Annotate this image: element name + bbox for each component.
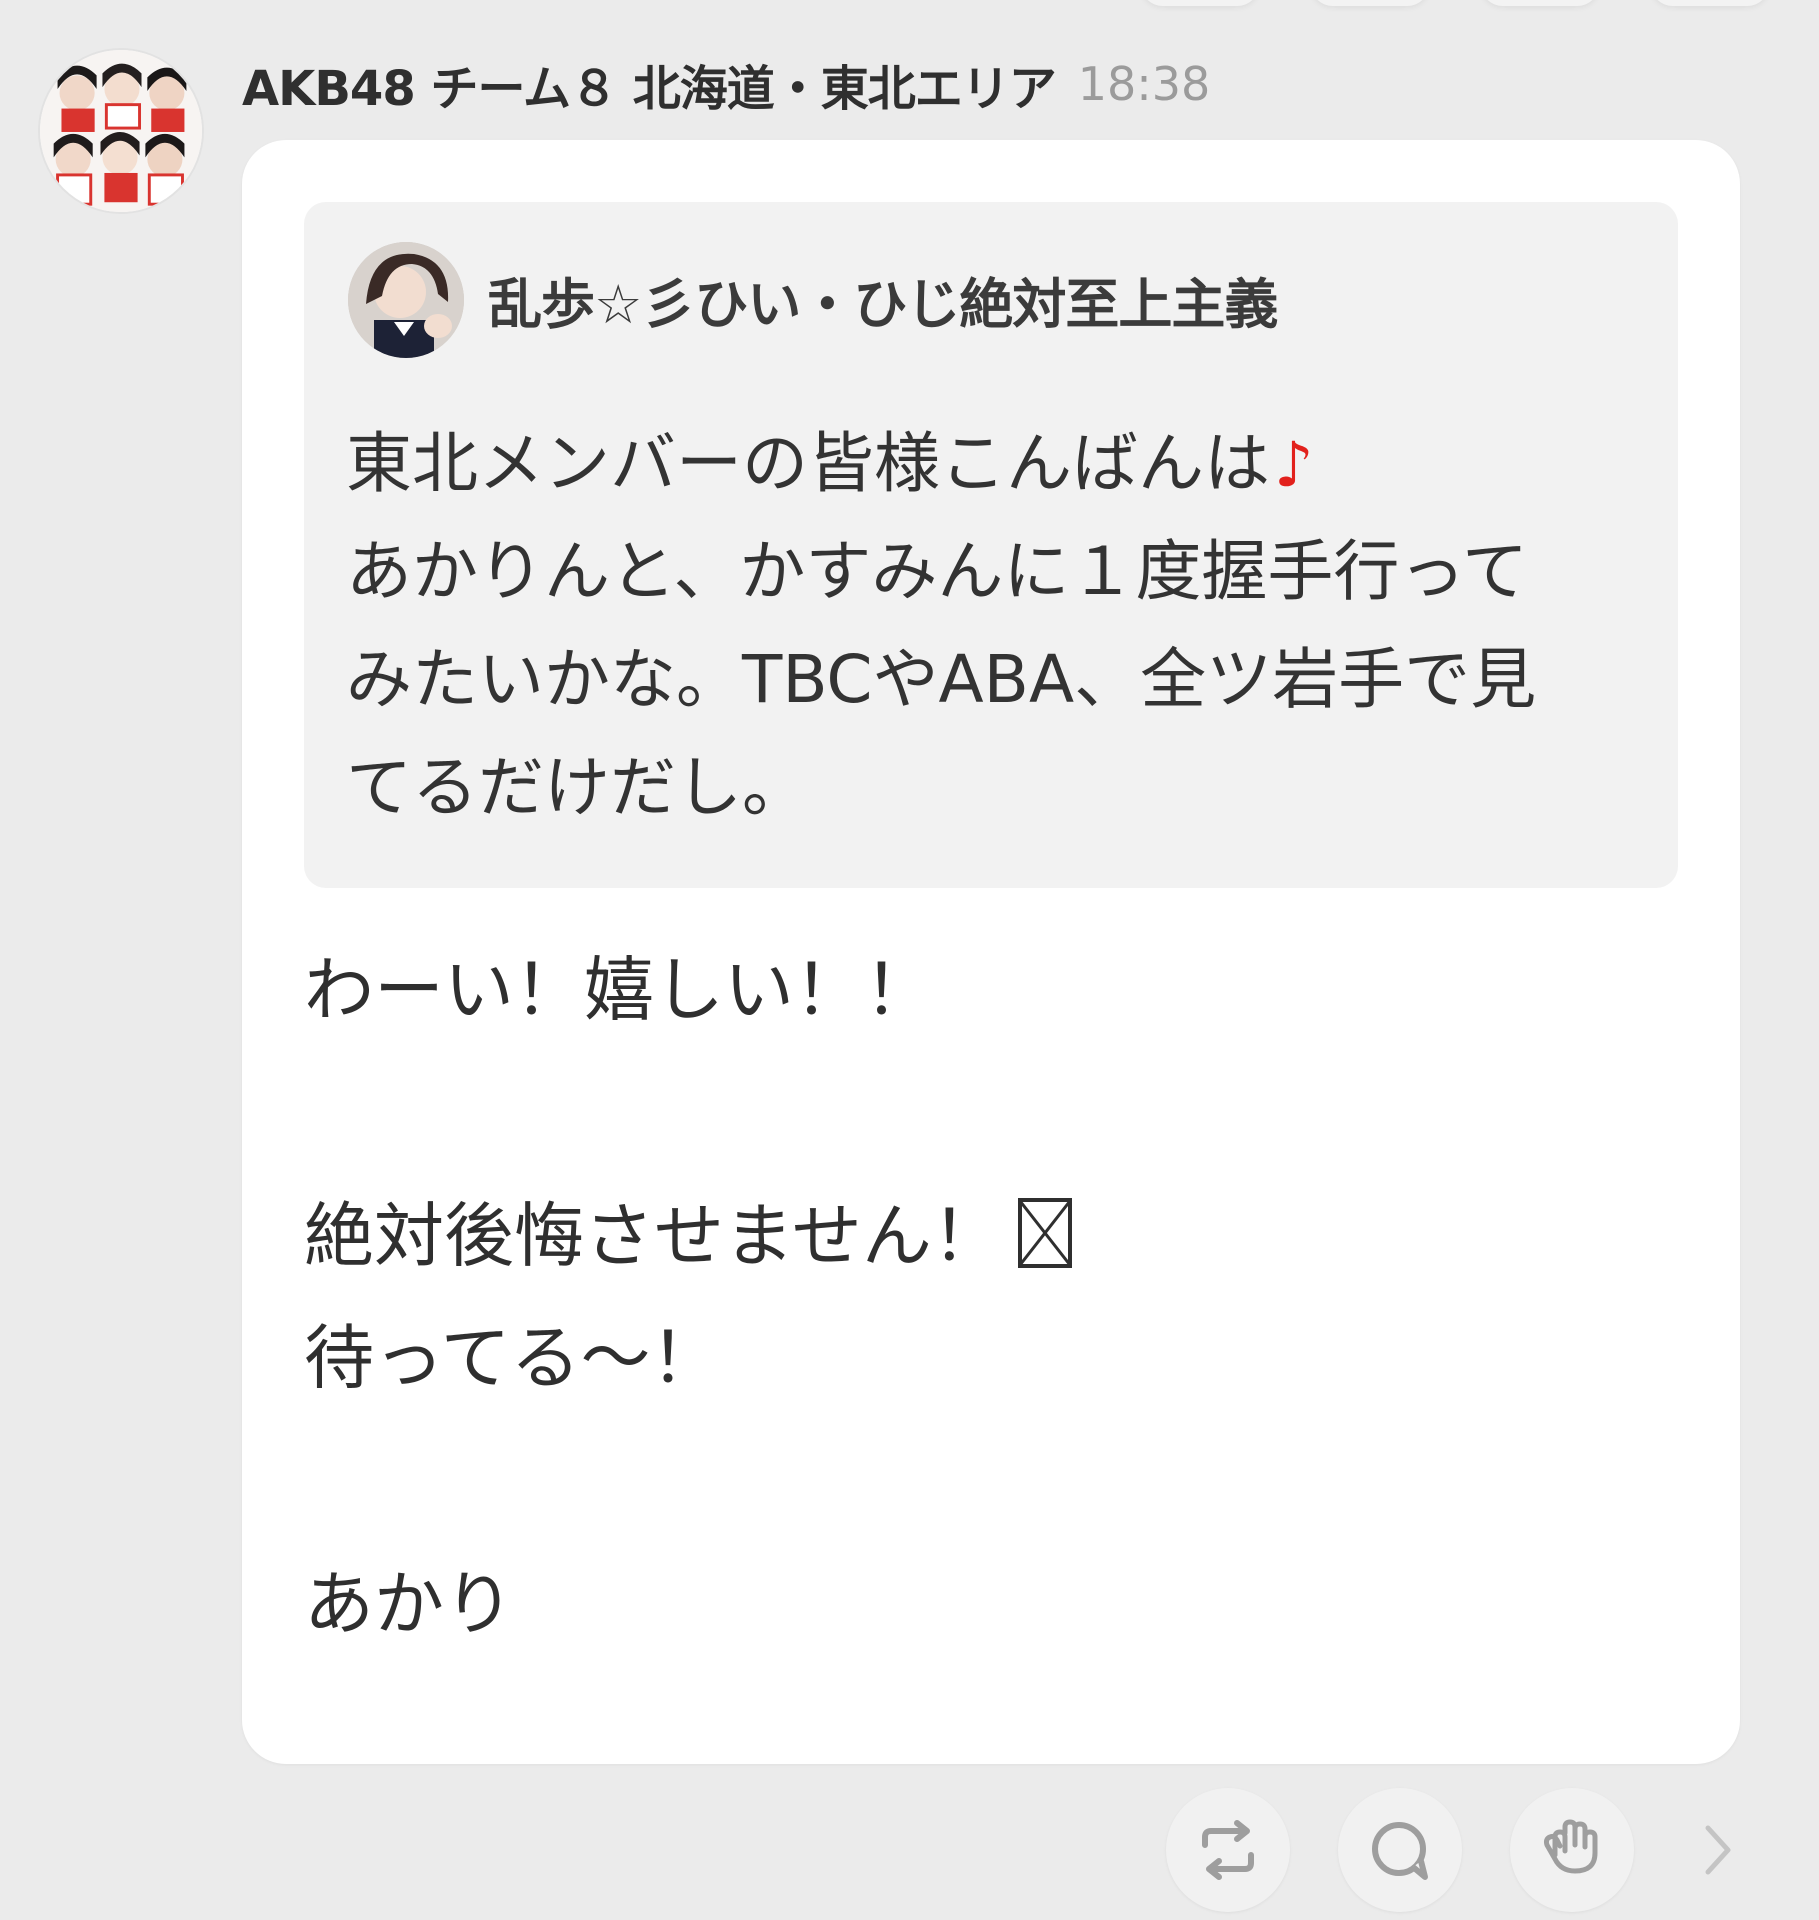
quoted-comment-text: 東北メンバーの皆様こんばんは♪ あかりんと、かすみんに１度握手行って みたいかな… (346, 410, 1646, 842)
repost-icon (1202, 1820, 1254, 1880)
user-photo-avatar-icon (348, 242, 464, 358)
music-note-icon: ♪ (1274, 428, 1314, 501)
comment-button[interactable] (1338, 1788, 1462, 1912)
previous-action-button[interactable] (1480, 0, 1600, 6)
group-photo-avatar-icon (40, 50, 202, 212)
timeline-frame: AKB48 チーム８ 北海道・東北エリア 18:38 乱歩☆彡ひい・ひじ絶対至上… (0, 0, 1819, 1920)
previous-post-action-bar (1120, 0, 1819, 10)
missing-glyph-icon (1017, 1198, 1072, 1268)
sender-name[interactable]: AKB48 チーム８ 北海道・東北エリア (242, 49, 1057, 119)
post-timestamp: 18:38 (1077, 57, 1211, 111)
previous-action-button[interactable] (1310, 0, 1430, 6)
quoted-line: 東北メンバーの皆様こんばんは♪ (346, 410, 1646, 518)
reply-line-text: 絶対後悔させません！ (304, 1195, 1002, 1277)
comment-icon (1372, 1822, 1428, 1880)
reply-line: 待ってる〜！ (304, 1317, 721, 1399)
post-header: AKB48 チーム８ 北海道・東北エリア 18:38 (242, 49, 1211, 119)
quoted-line: あかりんと、かすみんに１度握手行って (346, 533, 1529, 610)
quoted-line: てるだけだし。 (346, 749, 808, 826)
reply-line: 絶対後悔させません！ (304, 1186, 1072, 1286)
repost-button[interactable] (1166, 1788, 1290, 1912)
chevron-right-icon (1705, 1825, 1731, 1875)
reply-line: あかり (304, 1563, 514, 1645)
quoted-line: みたいかな。TBCやABA、全ツ岩手で見 (346, 641, 1537, 718)
quoted-author-name[interactable]: 乱歩☆彡ひい・ひじ絶対至上主義 (488, 260, 1278, 339)
quoted-comment[interactable]: 乱歩☆彡ひい・ひじ絶対至上主義 東北メンバーの皆様こんばんは♪ あかりんと、かす… (304, 202, 1678, 888)
reply-line: わーい！嬉しい！！ (304, 949, 934, 1031)
message-bubble: 乱歩☆彡ひい・ひじ絶対至上主義 東北メンバーの皆様こんばんは♪ あかりんと、かす… (242, 140, 1740, 1764)
quoted-user-avatar[interactable] (348, 242, 464, 358)
sender-avatar[interactable] (38, 48, 204, 214)
post-action-bar (1166, 1788, 1748, 1912)
quoted-line-text: 東北メンバーの皆様こんばんは (346, 425, 1270, 502)
previous-action-button[interactable] (1140, 0, 1260, 6)
high-five-button[interactable] (1510, 1788, 1634, 1912)
previous-action-button[interactable] (1650, 0, 1770, 6)
more-arrow[interactable] (1688, 1788, 1748, 1912)
hand-icon (1543, 1819, 1598, 1874)
